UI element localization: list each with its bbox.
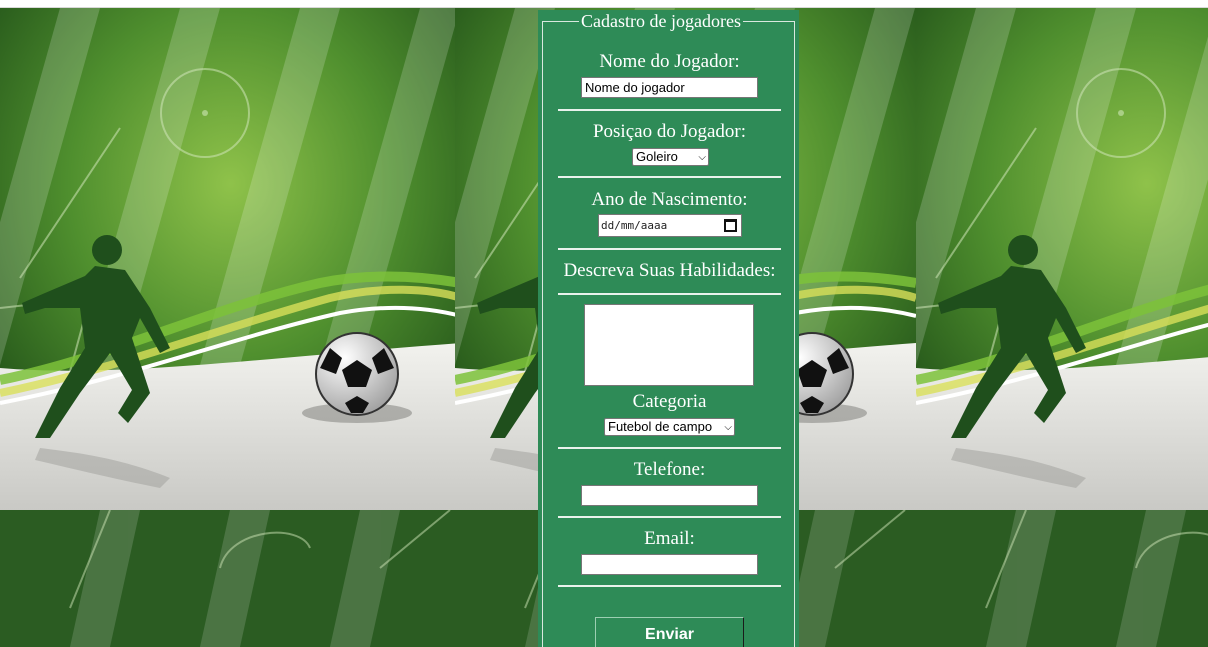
category-label: Categoria [632, 391, 707, 412]
divider [558, 109, 781, 111]
chevron-down-icon: ⌵ [698, 152, 706, 163]
phone-input[interactable] [581, 485, 758, 506]
position-select-value: Goleiro [636, 149, 678, 164]
divider [558, 585, 781, 587]
email-label: Email: [644, 528, 695, 549]
divider [558, 248, 781, 250]
form-panel: Cadastro de jogadores Nome do Jogador: P… [538, 10, 799, 647]
category-select-value: Futebol de campo [608, 419, 713, 434]
phone-label: Telefone: [633, 459, 706, 480]
soccer-ball-icon [315, 332, 399, 416]
chevron-down-icon: ⌵ [724, 422, 732, 433]
divider [558, 516, 781, 518]
calendar-icon[interactable] [724, 219, 737, 232]
divider [558, 176, 781, 178]
background-tile [916, 8, 1208, 647]
position-label: Posiçao do Jogador: [592, 121, 747, 142]
form-legend: Cadastro de jogadores [579, 11, 743, 31]
birth-label: Ano de Nascimento: [591, 189, 748, 210]
background-tile [0, 8, 461, 647]
top-bar [0, 0, 1208, 8]
divider [558, 293, 781, 295]
category-select[interactable]: Futebol de campo ⌵ [604, 418, 735, 436]
position-select[interactable]: Goleiro ⌵ [632, 148, 709, 166]
birth-date-placeholder: dd/mm/aaaa [601, 219, 668, 232]
submit-button[interactable]: Enviar [595, 617, 744, 647]
name-label: Nome do Jogador: [599, 51, 740, 72]
divider [558, 447, 781, 449]
name-input[interactable] [581, 77, 758, 98]
email-input[interactable] [581, 554, 758, 575]
player-registration-form: Cadastro de jogadores Nome do Jogador: P… [542, 11, 795, 647]
skills-label: Descreva Suas Habilidades: [563, 260, 776, 281]
birth-date-input[interactable]: dd/mm/aaaa [598, 214, 742, 237]
skills-textarea[interactable] [584, 304, 754, 386]
